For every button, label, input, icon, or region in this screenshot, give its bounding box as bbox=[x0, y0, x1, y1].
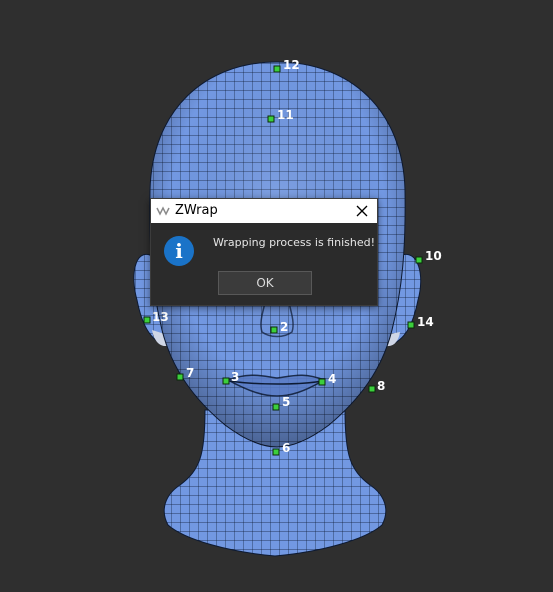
marker-label: 11 bbox=[277, 108, 294, 122]
head-mesh bbox=[133, 61, 422, 557]
dialog-title: ZWrap bbox=[175, 203, 218, 218]
close-button[interactable] bbox=[347, 199, 377, 223]
marker-label: 8 bbox=[377, 379, 385, 393]
marker-label: 14 bbox=[417, 315, 434, 329]
marker-label: 2 bbox=[280, 320, 288, 334]
marker-label: 12 bbox=[283, 58, 300, 72]
message-dialog: ZWrap i Wrapping process is finished! OK bbox=[150, 198, 378, 306]
dialog-titlebar[interactable]: ZWrap bbox=[151, 199, 377, 223]
marker-label: 7 bbox=[186, 366, 194, 380]
marker-10[interactable]: 10 bbox=[415, 249, 442, 264]
dialog-message: Wrapping process is finished! bbox=[213, 236, 375, 249]
marker-label: 5 bbox=[282, 395, 290, 409]
marker-label: 4 bbox=[328, 372, 336, 386]
close-icon bbox=[356, 205, 368, 217]
ok-button[interactable]: OK bbox=[218, 271, 312, 295]
marker-label: 13 bbox=[152, 310, 169, 324]
zwrap-icon bbox=[156, 206, 170, 216]
marker-label: 6 bbox=[282, 441, 290, 455]
marker-label: 3 bbox=[231, 370, 239, 384]
marker-8[interactable]: 8 bbox=[368, 379, 385, 393]
info-icon: i bbox=[164, 236, 194, 266]
marker-label: 10 bbox=[425, 249, 442, 263]
info-icon-glyph: i bbox=[175, 239, 183, 263]
